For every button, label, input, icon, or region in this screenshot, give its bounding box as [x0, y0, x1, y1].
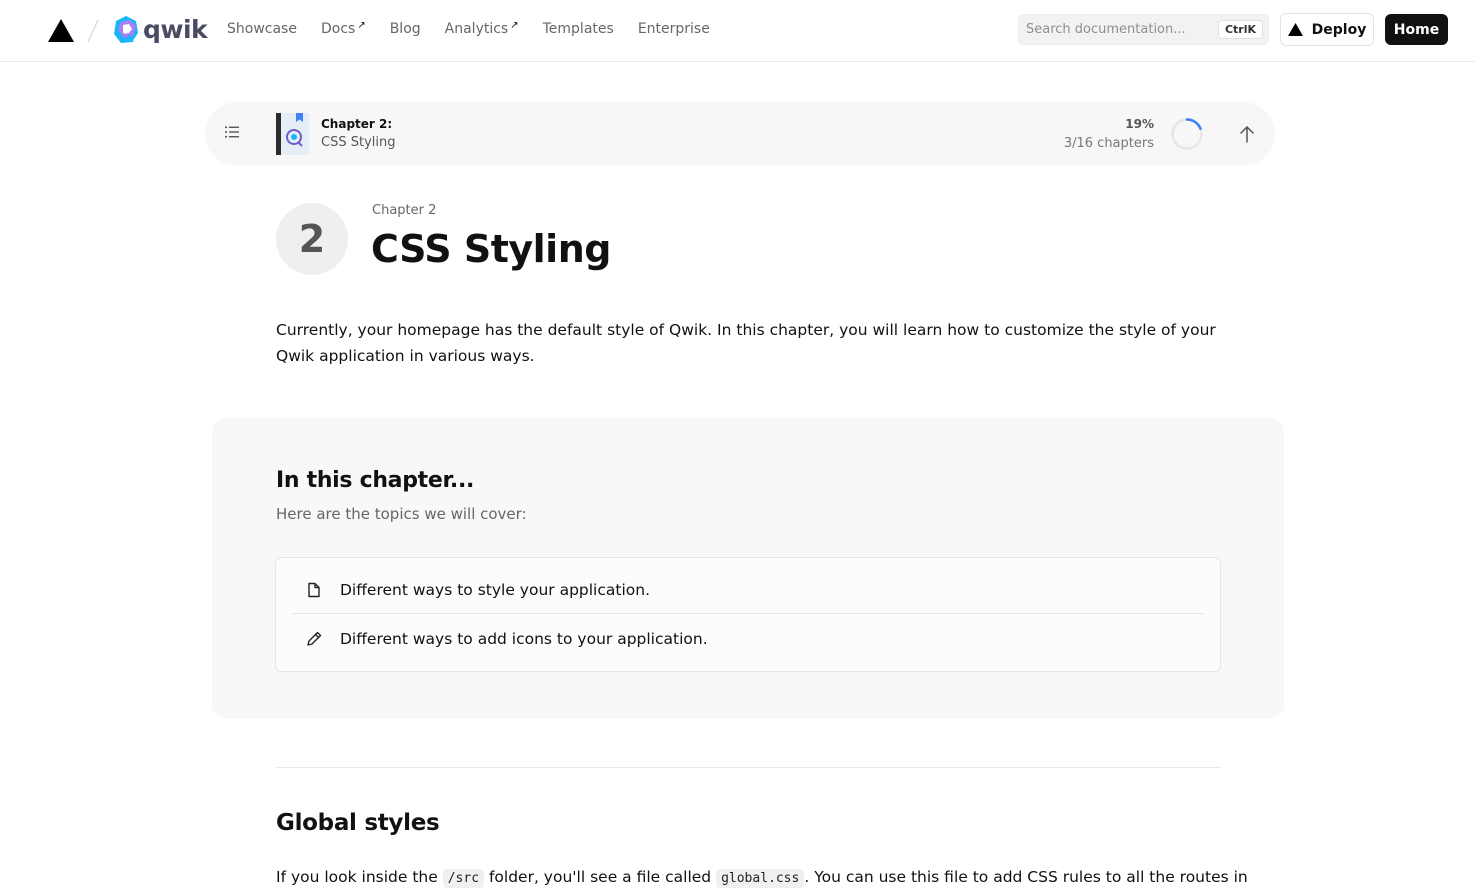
progress-ring — [1171, 118, 1203, 150]
nav-link-label: Docs — [320, 21, 356, 37]
chapter-overview-box: In this chapter... Here are the topics w… — [212, 418, 1284, 719]
search-box[interactable]: CtrlK — [1018, 14, 1269, 45]
nav-link-label: Showcase — [227, 21, 297, 37]
course-progress-bar: Chapter 2: CSS Styling 19% 3/16 chapters — [205, 102, 1275, 166]
nav-link-templates[interactable]: Templates — [543, 18, 614, 40]
text-run: If you look inside the — [276, 868, 443, 886]
qwik-logo-icon — [114, 16, 138, 43]
inline-code-global-css: global.css — [716, 869, 805, 888]
deploy-button[interactable]: Deploy — [1280, 13, 1374, 46]
nav-link-docs[interactable]: Docs ↗ — [321, 18, 366, 40]
list-item: Different ways to style your application… — [292, 566, 1204, 614]
home-button[interactable]: Home — [1385, 14, 1448, 45]
inline-code-src: /src — [442, 869, 485, 888]
qwik-wordmark: qwik — [143, 15, 208, 44]
section-heading: Global styles — [276, 810, 440, 836]
separator-slash-icon — [87, 19, 99, 43]
pencil-icon — [307, 631, 322, 646]
progress-chapter-count: 3/16 chapters — [1063, 136, 1154, 151]
search-shortcut-badge: CtrlK — [1217, 20, 1263, 39]
topic-list: Different ways to style your application… — [275, 557, 1221, 672]
topic-label: Different ways to style your application… — [340, 580, 650, 599]
nav-link-label: Enterprise — [637, 21, 710, 37]
external-link-icon: ↗ — [510, 20, 519, 31]
chapter-overview-subtitle: Here are the topics we will cover: — [276, 505, 527, 523]
nav-link-analytics[interactable]: Analytics ↗ — [445, 18, 519, 40]
intro-paragraph: Currently, your homepage has the default… — [276, 321, 1216, 365]
vercel-logo-icon — [48, 19, 74, 42]
section-divider — [276, 767, 1221, 768]
nav-link-enterprise[interactable]: Enterprise — [638, 18, 710, 40]
nav-link-label: Analytics — [444, 21, 509, 37]
qwik-logo-link[interactable]: qwik — [112, 14, 208, 46]
course-book-cover-icon — [276, 113, 309, 155]
nav-link-blog[interactable]: Blog — [390, 18, 421, 40]
section-paragraph: If you look inside the /src folder, you'… — [276, 863, 1248, 888]
topic-label: Different ways to add icons to your appl… — [340, 630, 708, 648]
table-of-contents-icon[interactable] — [224, 124, 240, 140]
progress-chapter-name: CSS Styling — [321, 135, 396, 150]
main-nav: Showcase Docs ↗ Blog Analytics ↗ Templates… — [227, 18, 734, 40]
external-link-icon: ↗ — [357, 20, 366, 31]
progress-percent: 19% — [1125, 117, 1154, 131]
top-navbar: qwik Showcase Docs ↗ Blog Analytics ↗ Temp… — [0, 0, 1475, 62]
arrow-up-icon[interactable] — [1239, 125, 1255, 143]
chapter-eyebrow: Chapter 2 — [372, 203, 437, 218]
text-run: folder, you'll see a file called — [484, 868, 717, 886]
list-item: Different ways to add icons to your appl… — [292, 615, 1204, 663]
chapter-overview-title: In this chapter... — [276, 468, 475, 493]
progress-chapter-label: Chapter 2: — [321, 117, 393, 131]
document-icon — [308, 582, 320, 597]
page-title: CSS Styling — [371, 227, 611, 271]
text-run: . You can use this file to add CSS rules… — [804, 868, 1248, 886]
chapter-number-badge: 2 — [276, 203, 348, 275]
search-input[interactable] — [1019, 15, 1214, 44]
deploy-button-label: Deploy — [1311, 21, 1367, 38]
nav-link-showcase[interactable]: Showcase — [227, 18, 297, 40]
vercel-triangle-icon — [1287, 23, 1303, 36]
nav-link-label: Blog — [389, 21, 421, 37]
nav-link-label: Templates — [542, 21, 614, 37]
